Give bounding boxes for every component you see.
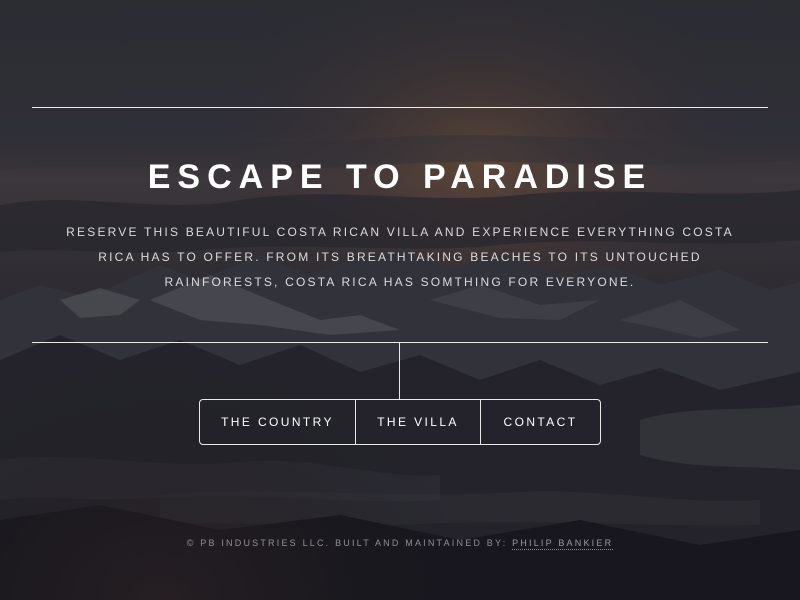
- nav-the-country-button[interactable]: THE COUNTRY: [200, 400, 355, 444]
- bottom-divider: [32, 342, 768, 343]
- footer-copyright-text: © PB INDUSTRIES LLC. BUILT AND MAINTAINE…: [186, 538, 513, 548]
- top-divider: [32, 107, 768, 108]
- hero-section: ESCAPE TO PARADISE RESERVE THIS BEAUTIFU…: [0, 0, 800, 600]
- nav-the-villa-button[interactable]: THE VILLA: [355, 400, 480, 444]
- footer-author-link[interactable]: PHILIP BANKIER: [512, 538, 614, 550]
- nav-contact-button[interactable]: CONTACT: [480, 400, 600, 444]
- footer: © PB INDUSTRIES LLC. BUILT AND MAINTAINE…: [0, 538, 800, 550]
- main-nav: THE COUNTRY THE VILLA CONTACT: [199, 399, 601, 445]
- hero-tagline: RESERVE THIS BEAUTIFUL COSTA RICAN VILLA…: [66, 225, 734, 289]
- hero-title: ESCAPE TO PARADISE: [147, 158, 653, 196]
- nav-connector-line: [399, 342, 400, 400]
